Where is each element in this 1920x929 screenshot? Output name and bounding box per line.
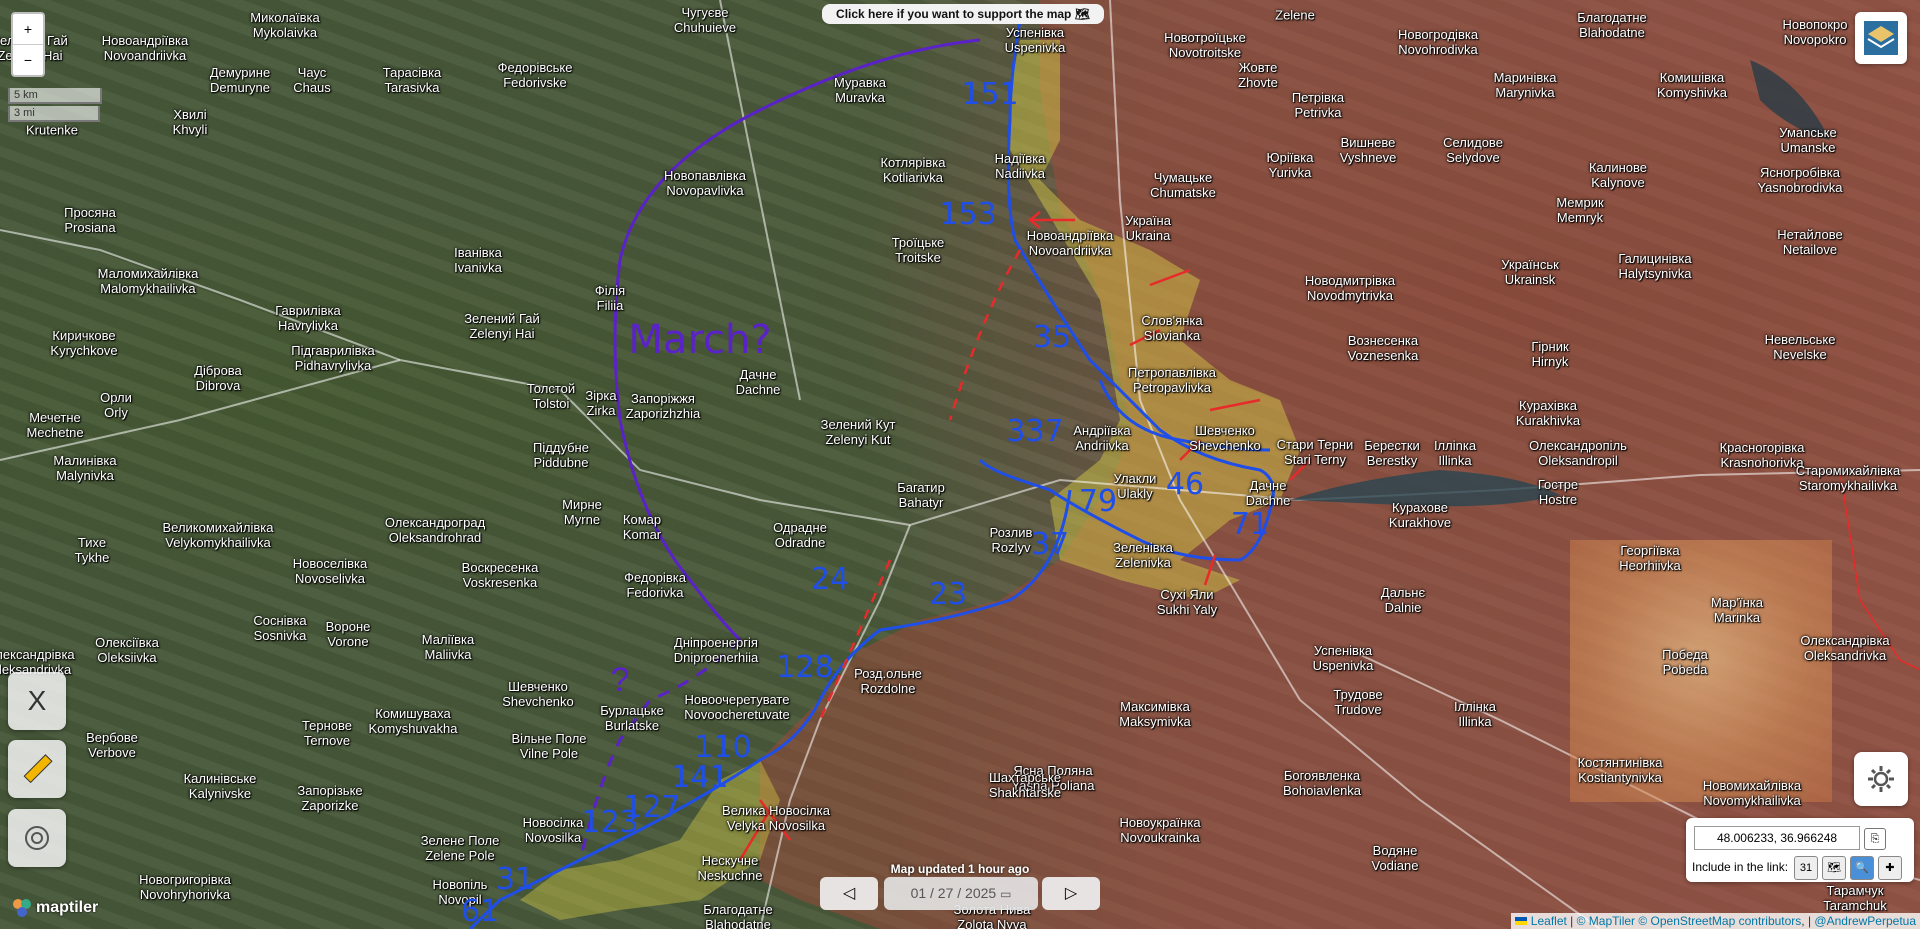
- include-position-toggle[interactable]: ✚: [1878, 856, 1902, 880]
- maptiler-logo[interactable]: maptiler: [12, 898, 98, 918]
- triangle-left-icon: ◁: [842, 885, 856, 902]
- coordinates-field[interactable]: 48.006233, 36.966248: [1694, 826, 1860, 850]
- coordinates-panel: 48.006233, 36.966248 ⎘ Include in the li…: [1686, 818, 1914, 882]
- include-date-toggle[interactable]: 31: [1794, 856, 1818, 880]
- layers-icon: [1864, 21, 1898, 55]
- gear-icon: [1868, 766, 1894, 792]
- ruler-icon: [23, 754, 53, 784]
- settings-button[interactable]: [1854, 752, 1908, 806]
- copy-button[interactable]: ⎘: [1864, 828, 1886, 850]
- maptiler-logo-icon: [13, 899, 31, 917]
- include-link-label: Include in the link:: [1692, 860, 1789, 874]
- date-picker[interactable]: 01 / 27 / 2025 ▭: [884, 877, 1038, 910]
- calendar-icon: 31: [1799, 862, 1813, 874]
- clipboard-icon: ⎘: [1870, 833, 1880, 845]
- leaflet-link[interactable]: Leaflet: [1531, 914, 1567, 928]
- calendar-picker-icon: ▭: [1000, 887, 1012, 901]
- next-date-button[interactable]: ▷: [1042, 877, 1100, 910]
- include-zoom-toggle[interactable]: 🔍: [1850, 856, 1874, 880]
- zoom-in-button[interactable]: +: [13, 14, 43, 44]
- zoom-control: + −: [11, 12, 45, 77]
- triangle-right-icon: ▷: [1064, 885, 1078, 902]
- maptiler-logo-text: maptiler: [36, 899, 99, 916]
- author-link[interactable]: @AndrewPerpetua: [1814, 914, 1916, 928]
- scale-mi: 3 mi: [8, 106, 100, 122]
- x-button[interactable]: X: [8, 672, 66, 730]
- attribution-bar: Leaflet | © MapTiler © OpenStreetMap con…: [1511, 913, 1920, 929]
- scale-km: 5 km: [8, 88, 102, 104]
- target-icon: [25, 826, 49, 850]
- purple-line: [613, 38, 981, 642]
- map-emoji-icon: 🗺: [1074, 7, 1090, 21]
- world-map-icon: 🗺: [1827, 862, 1841, 874]
- zoom-out-button[interactable]: −: [13, 44, 43, 75]
- previous-date-button[interactable]: ◁: [820, 877, 878, 910]
- x-label: X: [27, 685, 47, 716]
- locate-button[interactable]: [8, 809, 66, 867]
- include-map-toggle[interactable]: 🗺: [1822, 856, 1846, 880]
- contested-area-south: [520, 760, 780, 920]
- date-value: 01 / 27 / 2025: [910, 885, 997, 901]
- ruler-button[interactable]: [8, 740, 66, 798]
- support-map-text: Click here if you want to support the ma…: [836, 7, 1072, 21]
- layers-button[interactable]: [1855, 12, 1907, 64]
- map-updated-text: Map updated 1 hour ago: [890, 862, 1030, 876]
- magnifier-icon: 🔍: [1855, 862, 1869, 874]
- map-canvas[interactable]: Миколаївка Mykolaivka Чугуєве Chuhuieve Успе…: [0, 0, 1920, 929]
- osm-link[interactable]: © OpenStreetMap contributors: [1638, 914, 1801, 928]
- ukraine-flag-icon: [1515, 917, 1528, 925]
- crosshair-icon: ✚: [1885, 862, 1895, 874]
- cat-sticker: [1570, 540, 1832, 802]
- maptiler-link[interactable]: © MapTiler: [1577, 914, 1635, 928]
- red-dashed-arrow: [948, 249, 1022, 421]
- support-map-banner[interactable]: Click here if you want to support the ma…: [822, 4, 1104, 24]
